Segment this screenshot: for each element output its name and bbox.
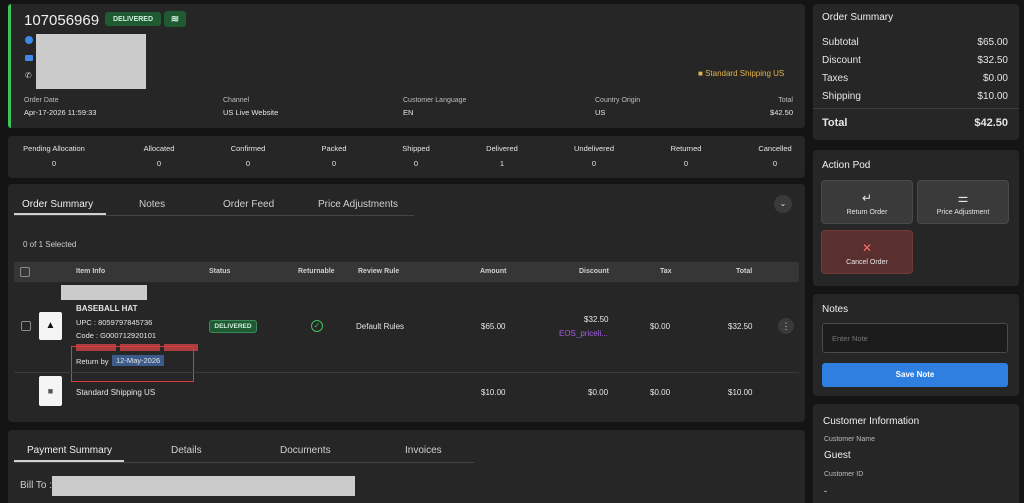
stat-undelivered: Undelivered 0 xyxy=(573,144,615,168)
return-by-label: Return by xyxy=(76,357,109,366)
field-total: Total $42.50 xyxy=(770,97,793,117)
customer-id-value: - xyxy=(824,486,827,496)
return-arrow-icon: ↵ xyxy=(861,191,873,205)
notes-panel: Notes Save Note xyxy=(813,294,1019,396)
summary-row-shipping: Shipping $10.00 xyxy=(822,91,1008,102)
payment-panel: Payment Summary Details Documents Invoic… xyxy=(8,430,805,503)
table-header: Item Info Status Returnable Review Rule … xyxy=(14,262,799,282)
notes-title: Notes xyxy=(822,304,849,315)
stat-confirmed: Confirmed 0 xyxy=(230,144,266,168)
truck-icon: ■ xyxy=(698,69,703,78)
table-row: ▲ BASEBALL HAT UPC : 8059797845736 Code … xyxy=(14,284,799,382)
redacted-bill-to-address xyxy=(52,476,355,496)
item-code: Code : G000712920101 xyxy=(76,331,157,340)
stat-allocated: Allocated 0 xyxy=(143,144,175,168)
customer-name-value: Guest xyxy=(824,450,851,461)
close-icon: ✕ xyxy=(861,241,873,255)
redacted-item-ref xyxy=(61,285,147,300)
return-by-date: 12-May-2026 xyxy=(112,355,165,366)
item-tax: $0.00 xyxy=(650,322,671,331)
row-divider xyxy=(14,372,799,373)
row-more-icon[interactable]: ⋮ xyxy=(778,318,794,334)
header-accent-bar xyxy=(8,4,11,128)
field-order-date: Order Date Apr-17-2026 11:59:33 xyxy=(24,97,97,117)
customer-icon xyxy=(25,36,33,44)
order-header-panel: 107056969 DELIVERED ≋ ✆ ■ Standard Shipp… xyxy=(8,4,805,128)
summary-row-total: Total $42.50 xyxy=(822,117,1008,129)
tab-invoices[interactable]: Invoices xyxy=(405,445,442,456)
bottom-tab-divider xyxy=(14,462,474,463)
fulfillment-stats-panel: Pending Allocation 0 Allocated 0 Confirmed… xyxy=(8,136,805,178)
action-pod-title: Action Pod xyxy=(822,160,871,171)
returnable-check-icon: ✓ xyxy=(311,320,323,332)
stat-delivered: Delivered 1 xyxy=(486,144,518,168)
select-all-checkbox[interactable] xyxy=(20,267,30,277)
shipping-total: $10.00 xyxy=(728,388,753,397)
redacted-contact-info xyxy=(36,34,146,89)
field-country-origin: Country Origin US xyxy=(595,97,641,117)
cancel-order-button[interactable]: ✕ Cancel Order xyxy=(821,230,913,274)
note-input[interactable] xyxy=(822,323,1008,353)
summary-row-taxes: Taxes $0.00 xyxy=(822,73,1008,84)
collapse-chevron-icon[interactable]: ⌄ xyxy=(774,195,792,213)
status-badge: DELIVERED xyxy=(105,12,161,26)
bill-to-label: Bill To : xyxy=(20,480,53,491)
item-discount-tag[interactable]: EOS_priceli... xyxy=(559,329,608,338)
summary-row-discount: Discount $32.50 xyxy=(822,55,1008,66)
item-name: BASEBALL HAT xyxy=(76,304,138,313)
tab-payment-summary[interactable]: Payment Summary xyxy=(27,445,112,456)
price-adjustment-button[interactable]: ⚌ Price Adjustment xyxy=(917,180,1009,224)
selection-count: 0 of 1 Selected xyxy=(23,240,77,249)
sliders-icon: ⚌ xyxy=(957,191,969,205)
action-pod-panel: Action Pod ↵ Return Order ⚌ Price Adjust… xyxy=(813,150,1019,286)
shipping-thumbnail: ■ xyxy=(39,376,62,406)
row-checkbox[interactable] xyxy=(21,321,31,331)
table-row: ■ Standard Shipping US $10.00 $0.00 $0.0… xyxy=(14,374,799,410)
customer-info-panel: Customer Information Customer Name Guest… xyxy=(813,404,1019,503)
tab-order-summary[interactable]: Order Summary xyxy=(22,199,93,210)
stat-cancelled: Cancelled 0 xyxy=(758,144,792,168)
order-menu-icon[interactable]: ≋ xyxy=(164,11,186,27)
shipping-tax: $0.00 xyxy=(650,388,671,397)
order-items-panel: Order Summary Notes Order Feed Price Adj… xyxy=(8,184,805,422)
tab-documents[interactable]: Documents xyxy=(280,445,331,456)
return-order-button[interactable]: ↵ Return Order xyxy=(821,180,913,224)
summary-row-subtotal: Subtotal $65.00 xyxy=(822,37,1008,48)
field-customer-language: Customer Language EN xyxy=(403,97,467,117)
item-discount: $32.50 xyxy=(584,315,609,324)
item-thumbnail: ▲ xyxy=(39,312,62,340)
shipping-name: Standard Shipping US xyxy=(76,388,156,397)
save-note-button[interactable]: Save Note xyxy=(822,363,1008,387)
stat-shipped: Shipped 0 xyxy=(402,144,430,168)
shipping-amount: $10.00 xyxy=(481,388,506,397)
customer-name-label: Customer Name xyxy=(824,436,875,443)
customer-info-title: Customer Information xyxy=(823,416,920,427)
tab-divider xyxy=(14,215,414,216)
tab-order-feed[interactable]: Order Feed xyxy=(223,199,274,210)
field-channel: Channel US Live Website xyxy=(223,97,279,117)
shipping-discount: $0.00 xyxy=(588,388,609,397)
phone-icon: ✆ xyxy=(25,71,32,80)
item-review-rule: Default Rules xyxy=(356,322,405,331)
tab-notes[interactable]: Notes xyxy=(139,199,165,210)
stat-returned: Returned 0 xyxy=(670,144,702,168)
item-amount: $65.00 xyxy=(481,322,506,331)
order-number: 107056969 xyxy=(24,12,100,29)
item-status-badge: DELIVERED xyxy=(209,320,257,333)
item-upc: UPC : 8059797845736 xyxy=(76,318,153,327)
stat-pending-allocation: Pending Allocation 0 xyxy=(23,144,85,168)
summary-divider xyxy=(813,108,1019,109)
email-icon xyxy=(25,55,33,61)
tab-details[interactable]: Details xyxy=(171,445,202,456)
order-summary-title: Order Summary xyxy=(822,12,894,23)
item-total: $32.50 xyxy=(728,322,753,331)
shipping-method: ■ Standard Shipping US xyxy=(698,69,785,78)
tab-price-adjustments[interactable]: Price Adjustments xyxy=(318,199,398,210)
stat-packed: Packed 0 xyxy=(321,144,347,168)
customer-id-label: Customer ID xyxy=(824,471,864,478)
